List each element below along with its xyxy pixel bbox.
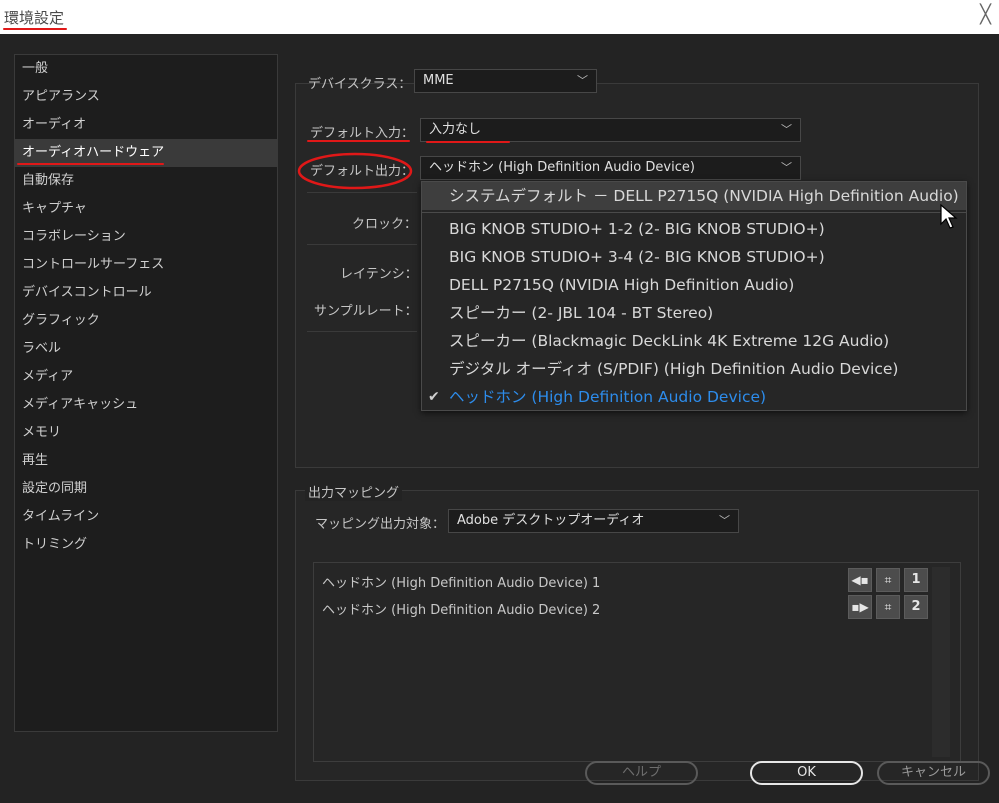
sidebar-item-trim[interactable]: トリミング — [15, 531, 277, 559]
sidebar-item-collaboration[interactable]: コラボレーション — [15, 223, 277, 251]
menu-item-headphones-label: ヘッドホン (High Definition Audio Device) — [449, 388, 767, 406]
chevron-down-icon: ﹀ — [719, 514, 730, 527]
sidebar-item-audio[interactable]: オーディオ — [15, 111, 277, 139]
annotation-underline-input-value — [426, 141, 510, 143]
preferences-sidebar: 一般 アピアランス オーディオ オーディオハードウェア 自動保存 キャプチャ コ… — [14, 54, 278, 732]
channel-number-badge: 2 — [904, 595, 928, 619]
sidebar-item-control-surface[interactable]: コントロールサーフェス — [15, 251, 277, 279]
list-item[interactable]: ヘッドホン (High Definition Audio Device) 2 — [322, 599, 600, 618]
clock-label: クロック： — [352, 217, 418, 232]
ok-button[interactable]: OK — [750, 761, 863, 785]
sidebar-item-labels[interactable]: ラベル — [15, 335, 277, 363]
device-class-dropdown[interactable]: MME ﹀ — [414, 69, 597, 93]
menu-divider — [422, 212, 966, 213]
chevron-down-icon: ﹀ — [781, 123, 792, 136]
channel-number-badge: 1 — [904, 568, 928, 592]
close-icon[interactable]: ╳ — [980, 4, 991, 25]
sidebar-item-media[interactable]: メディア — [15, 363, 277, 391]
device-class-value: MME — [423, 73, 454, 88]
list-item[interactable]: ヘッドホン (High Definition Audio Device) 1 — [322, 572, 600, 591]
default-input-label: デフォルト入力： — [310, 126, 415, 141]
sidebar-item-graphics[interactable]: グラフィック — [15, 307, 277, 335]
annotation-underline-input-label — [307, 140, 410, 142]
cancel-button[interactable]: キャンセル — [877, 761, 990, 785]
device-class-label: デバイスクラス： — [308, 77, 412, 92]
annotation-underline-sidebar — [17, 163, 164, 165]
speaker-cabinet-icon[interactable]: ⌗ — [876, 595, 900, 619]
menu-item-big-knob-3-4[interactable]: BIG KNOB STUDIO+ 3-4 (2- BIG KNOB STUDIO… — [422, 243, 966, 271]
sidebar-item-capture[interactable]: キャプチャ — [15, 195, 277, 223]
speaker-cabinet-icon[interactable]: ⌗ — [876, 568, 900, 592]
help-button[interactable]: ヘルプ — [585, 761, 698, 785]
sidebar-item-memory[interactable]: メモリ — [15, 419, 277, 447]
menu-item-system-default[interactable]: システムデフォルト － DELL P2715Q (NVIDIA High Def… — [422, 182, 966, 210]
mapping-target-value: Adobe デスクトップオーディオ — [457, 513, 645, 528]
divider — [307, 331, 417, 332]
latency-label: レイテンシ： — [340, 267, 418, 282]
default-output-value: ヘッドホン (High Definition Audio Device) — [429, 160, 695, 175]
default-input-value: 入力なし — [429, 122, 482, 137]
menu-item-headphones[interactable]: ✔ ヘッドホン (High Definition Audio Device) — [422, 383, 966, 411]
mapping-target-dropdown[interactable]: Adobe デスクトップオーディオ ﹀ — [448, 509, 739, 533]
sidebar-item-sync-settings[interactable]: 設定の同期 — [15, 475, 277, 503]
chevron-down-icon: ﹀ — [577, 74, 588, 87]
checkmark-icon: ✔ — [428, 389, 440, 405]
output-device-menu: システムデフォルト － DELL P2715Q (NVIDIA High Def… — [421, 181, 967, 411]
sample-rate-label: サンプルレート： — [314, 304, 418, 319]
sidebar-item-playback[interactable]: 再生 — [15, 447, 277, 475]
divider — [307, 192, 417, 193]
menu-item-jbl-speaker[interactable]: スピーカー (2- JBL 104 - BT Stereo) — [422, 299, 966, 327]
chevron-down-icon: ﹀ — [781, 161, 792, 174]
sidebar-item-auto-save[interactable]: 自動保存 — [15, 167, 277, 195]
sidebar-item-device-control[interactable]: デバイスコントロール — [15, 279, 277, 307]
annotation-circle-output — [297, 152, 413, 190]
divider — [307, 244, 417, 245]
speaker-right-icon[interactable]: ▪▶︎ — [848, 595, 872, 619]
output-mapping-title: 出力マッピング — [305, 482, 403, 501]
sidebar-item-appearance[interactable]: アピアランス — [15, 83, 277, 111]
menu-item-dell-p2715q[interactable]: DELL P2715Q (NVIDIA High Definition Audi… — [422, 271, 966, 299]
menu-item-big-knob-1-2[interactable]: BIG KNOB STUDIO+ 1-2 (2- BIG KNOB STUDIO… — [422, 215, 966, 243]
channel-mapping-list: ヘッドホン (High Definition Audio Device) 1 ヘ… — [313, 562, 961, 762]
speaker-left-icon[interactable]: ◀︎▪ — [848, 568, 872, 592]
sidebar-item-media-cache[interactable]: メディアキャッシュ — [15, 391, 277, 419]
menu-item-decklink-speaker[interactable]: スピーカー (Blackmagic DeckLink 4K Extreme 12… — [422, 327, 966, 355]
title-bar: 環境設定 ╳ — [0, 0, 999, 34]
mouse-cursor-icon — [940, 204, 958, 229]
menu-item-spdif[interactable]: デジタル オーディオ (S/PDIF) (High Definition Aud… — [422, 355, 966, 383]
sidebar-item-timeline[interactable]: タイムライン — [15, 503, 277, 531]
default-output-dropdown[interactable]: ヘッドホン (High Definition Audio Device) ﹀ — [420, 156, 801, 180]
annotation-underline-title — [3, 28, 67, 30]
scrollbar[interactable] — [932, 567, 950, 757]
default-input-dropdown[interactable]: 入力なし ﹀ — [420, 118, 801, 142]
window-title: 環境設定 — [4, 9, 65, 27]
sidebar-item-general[interactable]: 一般 — [15, 55, 277, 83]
mapping-target-label: マッピング出力対象： — [315, 517, 446, 532]
